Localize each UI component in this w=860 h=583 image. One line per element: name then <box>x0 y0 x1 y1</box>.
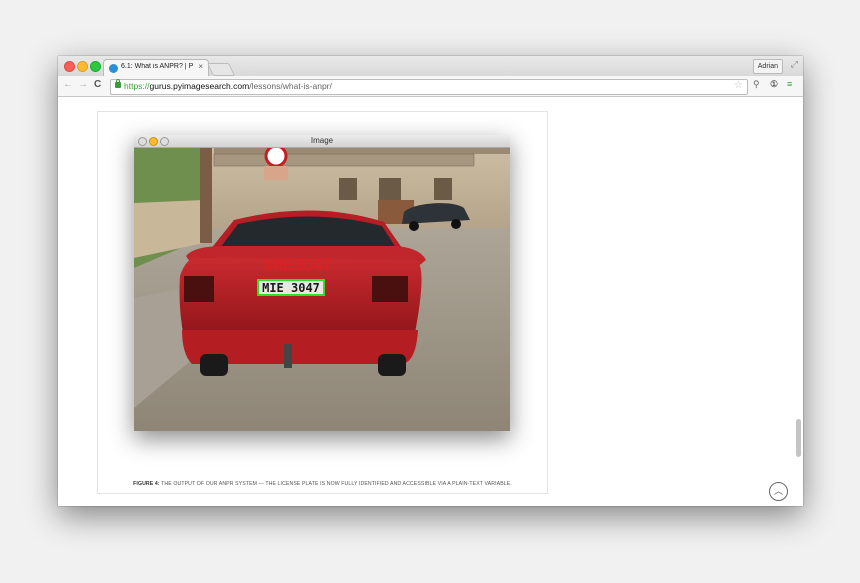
parked-car-wheel <box>409 221 419 231</box>
browser-tab[interactable]: 6.1: What is ANPR? | PyIm... × <box>103 59 209 77</box>
page-content: Image MIE 3047 MIE3047 FIGURE 4: THE OUT… <box>58 97 803 506</box>
parked-car-wheel <box>451 219 461 229</box>
address-bar[interactable]: https://gurus.pyimagesearch.com/lessons/… <box>110 79 748 95</box>
menu-icon[interactable]: ≡ <box>787 79 792 89</box>
rear-tire-right <box>378 354 406 376</box>
tab-bar: 6.1: What is ANPR? | PyIm... × Adrian ⤢ <box>58 56 803 77</box>
window-maximize-button[interactable] <box>90 61 101 72</box>
figure-caption: FIGURE 4: THE OUTPUT OF OUR ANPR SYSTEM … <box>98 481 547 487</box>
image-window-titlebar: Image <box>134 135 510 148</box>
traffic-sign <box>264 148 288 168</box>
license-plate-text: MIE 3047 <box>262 281 320 295</box>
fullscreen-icon[interactable]: ⤢ <box>791 59 798 70</box>
url-text: https://gurus.pyimagesearch.com/lessons/… <box>124 81 332 91</box>
lock-icon <box>115 79 121 88</box>
caption-label: FIGURE 4: <box>133 481 160 487</box>
url-host: gurus.pyimagesearch.com <box>149 81 250 91</box>
balcony-railing <box>213 153 475 167</box>
browser-toolbar: ← → C https://gurus.pyimagesearch.com/le… <box>58 76 803 97</box>
car-photo: MIE 3047 MIE3047 <box>134 148 510 431</box>
window-close-button[interactable] <box>64 61 75 72</box>
scrollbar[interactable] <box>796 419 801 457</box>
tab-title: 6.1: What is ANPR? | PyIm... <box>121 63 193 70</box>
traffic-sign-plate <box>264 166 288 180</box>
ocr-result-text: MIE3047 <box>264 255 332 274</box>
new-tab-button[interactable] <box>206 63 236 76</box>
bookmark-star-icon[interactable]: ☆ <box>734 80 743 91</box>
favicon-icon <box>109 64 118 73</box>
url-path: /lessons/what-is-anpr/ <box>249 81 332 91</box>
figure-card: Image MIE 3047 MIE3047 FIGURE 4: THE OUT… <box>97 111 548 494</box>
pole <box>200 148 212 243</box>
back-arrow-icon[interactable]: ← <box>63 79 73 90</box>
tail-light-left <box>184 276 214 302</box>
profile-button[interactable]: Adrian <box>752 59 783 74</box>
tab-close-icon[interactable]: × <box>198 62 203 71</box>
scroll-to-top-button[interactable]: ︿ <box>769 482 788 501</box>
forward-arrow-icon[interactable]: → <box>78 79 88 90</box>
image-window: Image MIE 3047 MIE3047 <box>134 135 510 431</box>
browser-window: 6.1: What is ANPR? | PyIm... × Adrian ⤢ … <box>58 56 803 506</box>
info-extension-icon[interactable]: ① <box>770 79 778 90</box>
reload-icon[interactable]: C <box>94 79 101 90</box>
image-window-title: Image <box>310 136 334 145</box>
balcony <box>214 148 510 154</box>
tail-light-right <box>372 276 408 302</box>
tow-hook <box>284 344 292 368</box>
extension-icon[interactable]: ⚲ <box>753 79 760 90</box>
window-minimize-button[interactable] <box>77 61 88 72</box>
url-scheme: https:// <box>124 81 150 91</box>
caption-text: THE OUTPUT OF OUR ANPR SYSTEM — THE LICE… <box>161 481 512 487</box>
rear-tire-left <box>200 354 228 376</box>
